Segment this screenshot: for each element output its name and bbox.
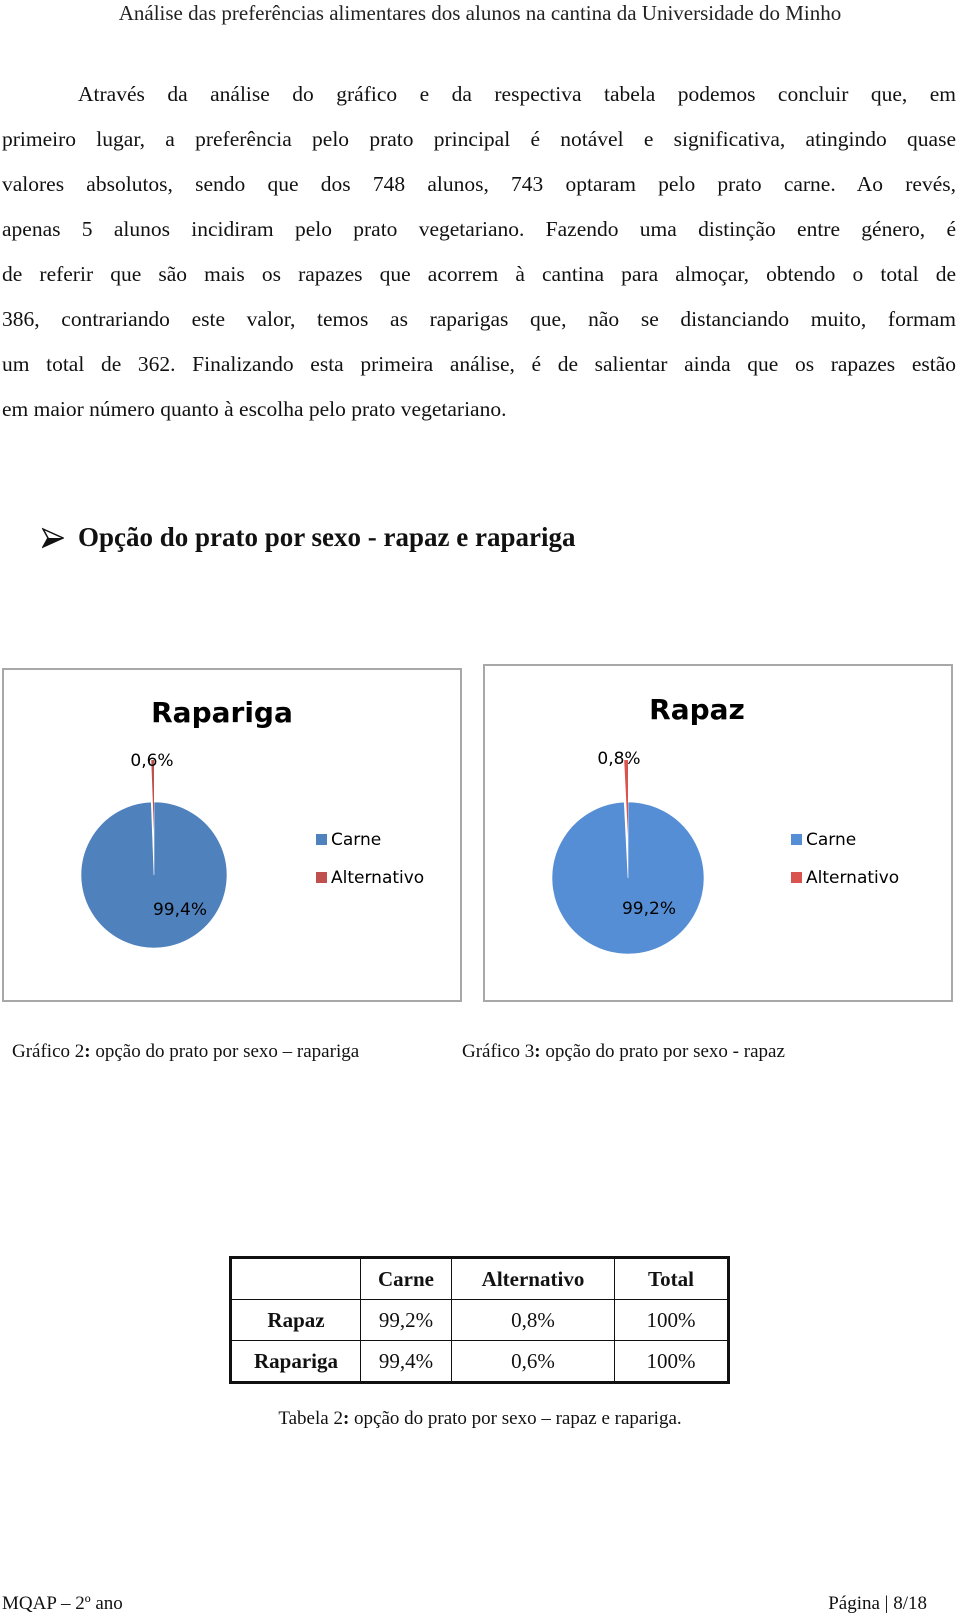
chart-title: Rapariga	[151, 696, 293, 729]
pie-chart-rapaz: Rapaz 0,8% 99,2% Carne Alternativo	[483, 664, 953, 1002]
caption-text: opção do prato por sexo – rapaz e rapari…	[349, 1408, 682, 1429]
pie-slice-carne	[551, 801, 705, 955]
data-label-alternativo: 0,8%	[597, 749, 640, 769]
legend-swatch-alternativo	[791, 872, 802, 883]
legend-swatch-carne	[316, 834, 327, 845]
caption-label: Gráfico 2	[12, 1041, 85, 1062]
arrowhead-bullet-icon	[42, 527, 64, 548]
paragraph-line: em maior número quanto à escolha pelo pr…	[2, 397, 507, 421]
section-title: Opção do prato por sexo - rapaz e rapari…	[78, 522, 576, 552]
paragraph-line: primeiro lugar, a preferência pelo prato…	[2, 127, 956, 151]
table-header-cell: Carne	[360, 1257, 452, 1300]
table-header-cell: Total	[614, 1257, 729, 1300]
section-heading: Opção do prato por sexo - rapaz e rapari…	[42, 522, 575, 553]
data-label-carne: 99,4%	[153, 900, 207, 920]
table-header-cell	[230, 1257, 361, 1300]
paragraph-line: apenas 5 alunos incidiram pelo prato veg…	[2, 217, 956, 241]
data-label-alternativo: 0,6%	[130, 751, 173, 771]
legend-swatch-carne	[791, 834, 802, 845]
pie-chart-rapariga: Rapariga 0,6% 99,4% Carne Alternativo	[2, 668, 462, 1002]
legend-swatch-alternativo	[316, 872, 327, 883]
row-label: Rapariga	[230, 1340, 361, 1383]
data-label-carne: 99,2%	[622, 899, 676, 919]
table-header-row: Carne Alternativo Total	[230, 1257, 729, 1300]
footer-course: MQAP – 2º ano	[2, 1593, 123, 1614]
table-row: Rapariga 99,4% 0,6% 100%	[230, 1340, 729, 1383]
pie-chart-rapariga-svg: Rapariga 0,6% 99,4% Carne Alternativo	[80, 696, 424, 949]
legend-label-alternativo: Alternativo	[331, 868, 424, 888]
table-cell: 100%	[614, 1340, 729, 1383]
table-row: Rapaz 99,2% 0,8% 100%	[230, 1299, 729, 1341]
caption-label: Gráfico 3	[462, 1041, 535, 1062]
paragraph-line: valores absolutos, sendo que dos 748 alu…	[2, 172, 956, 196]
legend-label-alternativo: Alternativo	[806, 868, 899, 888]
body-paragraph: Através da análise do gráfico e da respe…	[2, 72, 956, 432]
chart-title: Rapaz	[649, 693, 745, 726]
caption-text: opção do prato por sexo - rapaz	[540, 1041, 785, 1062]
caption-label: Tabela 2	[278, 1408, 343, 1429]
table-cell: 99,4%	[360, 1340, 452, 1383]
paragraph-line: de referir que são mais os rapazes que a…	[2, 262, 956, 286]
paragraph-line: 386, contrariando este valor, temos as r…	[2, 307, 956, 331]
table-cell: 100%	[614, 1299, 729, 1341]
table-header-cell: Alternativo	[451, 1257, 615, 1300]
running-header: Análise das preferências alimentares dos…	[118, 1, 842, 25]
table-caption: Tabela 2: opção do prato por sexo – rapa…	[0, 1408, 960, 1430]
legend-label-carne: Carne	[331, 830, 381, 850]
paragraph-line: um total de 362. Finalizando esta primei…	[2, 352, 956, 376]
caption-text: opção do prato por sexo – rapariga	[90, 1041, 360, 1062]
chart2-caption: Gráfico 2: opção do prato por sexo – rap…	[12, 1041, 359, 1063]
table-cell: 99,2%	[360, 1299, 452, 1341]
footer-page-number: Página | 8/18	[828, 1593, 927, 1614]
table-cell: 0,8%	[451, 1299, 615, 1341]
paragraph-line: Através da análise do gráfico e da respe…	[78, 82, 956, 106]
data-table: Carne Alternativo Total Rapaz 99,2% 0,8%…	[229, 1256, 730, 1384]
chart3-caption: Gráfico 3: opção do prato por sexo - rap…	[462, 1041, 785, 1063]
table-cell: 0,6%	[451, 1340, 615, 1383]
legend-label-carne: Carne	[806, 830, 856, 850]
pie-chart-rapaz-svg: Rapaz 0,8% 99,2% Carne Alternativo	[551, 693, 899, 955]
row-label: Rapaz	[230, 1299, 361, 1341]
